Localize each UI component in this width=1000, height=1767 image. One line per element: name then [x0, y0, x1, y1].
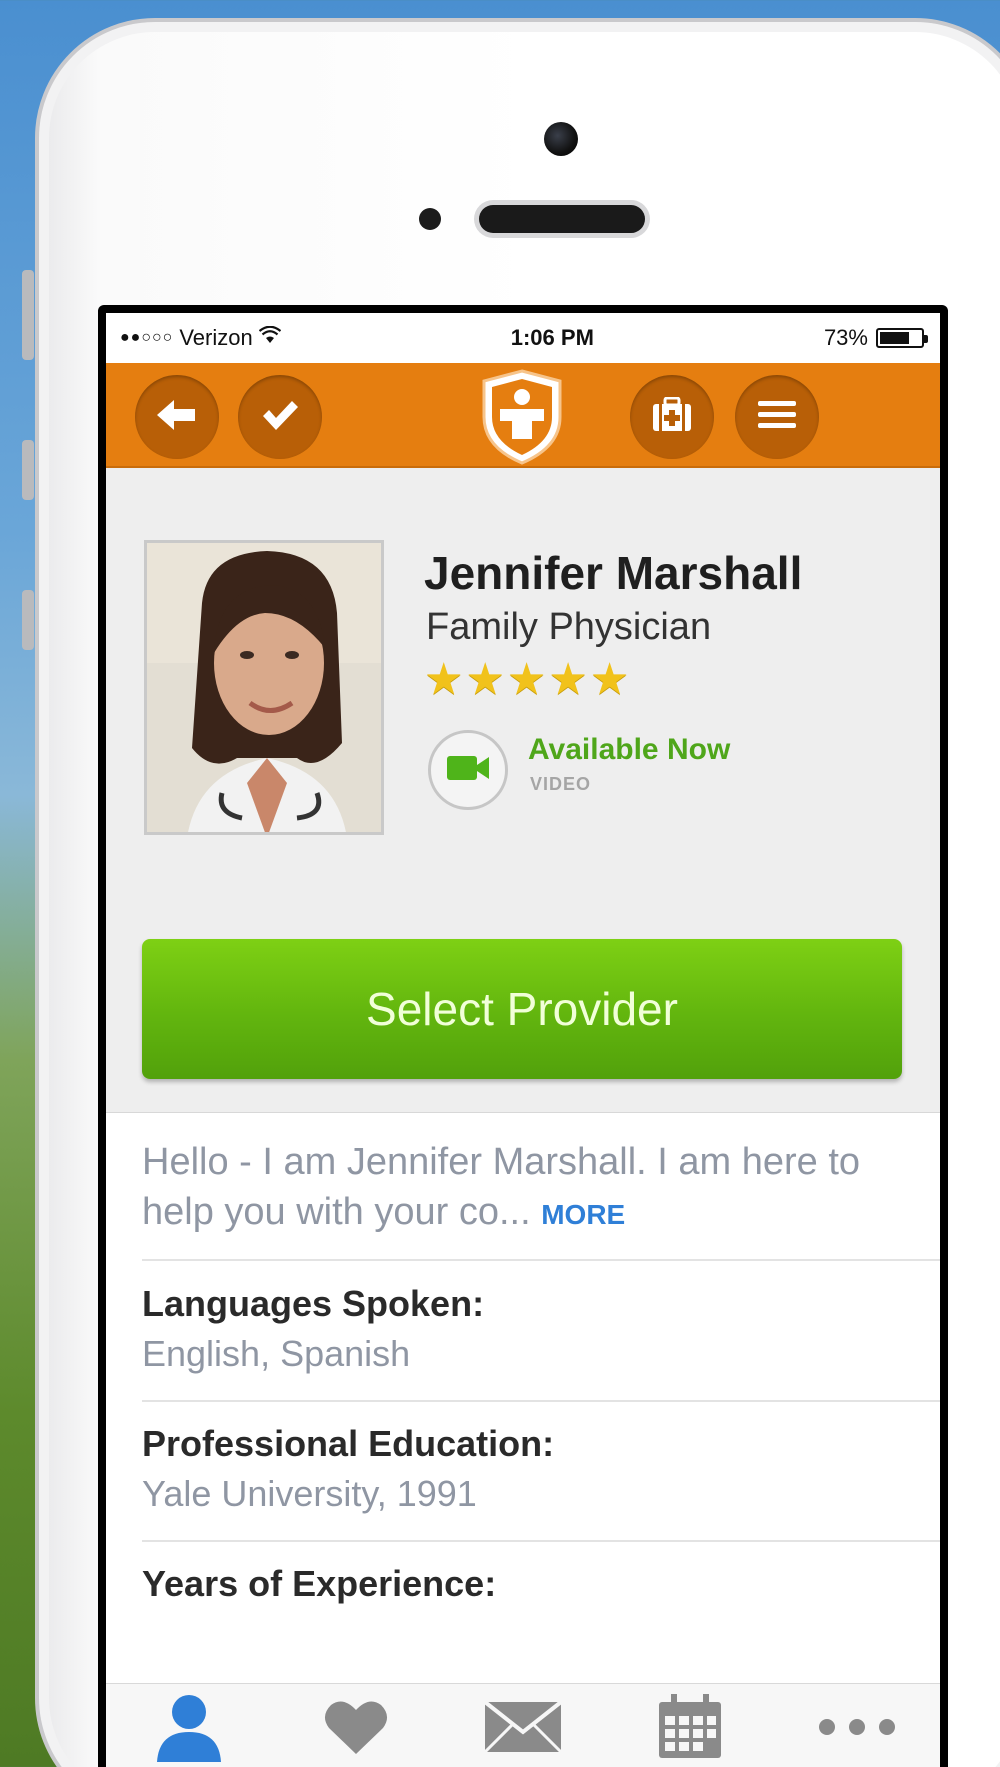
- star-icon: ★: [424, 655, 464, 704]
- tab-messages[interactable]: [478, 1690, 568, 1767]
- person-icon: [153, 1692, 225, 1767]
- provider-details: Hello - I am Jennifer Marshall. I am her…: [106, 1113, 940, 1673]
- education-value: Yale University, 1991: [142, 1473, 477, 1514]
- phone-volume-down-button: [22, 440, 34, 500]
- app-screen: ●●○○○ Verizon 1:06 PM 73% Jennifer Marsh…: [106, 313, 940, 1767]
- provider-bio: Hello - I am Jennifer Marshall. I am her…: [142, 1137, 862, 1240]
- check-button[interactable]: [238, 375, 322, 459]
- provider-profile-card: Jennifer Marshall Family Physician ★ ★ ★ ★ ★…: [106, 468, 940, 1113]
- medical-kit-button[interactable]: [630, 375, 714, 459]
- status-left: ●●○○○ Verizon: [120, 325, 281, 351]
- education-label: Professional Education:: [142, 1423, 555, 1464]
- battery-fill: [879, 332, 910, 344]
- provider-specialty: Family Physician: [426, 606, 712, 648]
- star-icon: ★: [465, 655, 505, 704]
- video-availability-button[interactable]: [428, 730, 508, 810]
- star-icon: ★: [506, 655, 547, 704]
- languages-label: Languages Spoken:: [142, 1283, 485, 1324]
- provider-photo: [144, 540, 384, 835]
- provider-name: Jennifer Marshall: [424, 547, 803, 599]
- calendar-icon: [657, 1694, 723, 1765]
- status-right: 73%: [823, 325, 928, 351]
- star-icon: ★: [589, 655, 630, 704]
- envelope-icon: [483, 1700, 563, 1759]
- tab-favorites[interactable]: [311, 1690, 401, 1767]
- phone-screen: ●●○○○ Verizon 1:06 PM 73% Jennifer Marsh…: [98, 305, 948, 1767]
- phone-side-button: [22, 590, 34, 650]
- divider: [142, 1259, 940, 1261]
- select-provider-button[interactable]: Select Provider: [142, 939, 902, 1079]
- hamburger-menu-icon: [758, 400, 796, 435]
- divider: [142, 1400, 940, 1402]
- shield-person-logo: [480, 369, 564, 465]
- more-link[interactable]: MORE: [541, 1199, 625, 1230]
- divider: [142, 1540, 940, 1542]
- rating-stars: ★ ★ ★ ★ ★: [424, 658, 629, 702]
- nav-bar: [106, 363, 940, 468]
- availability-type: VIDEO: [530, 774, 592, 794]
- signal-strength-icon: ●●○○○: [120, 329, 174, 346]
- heart-icon: [323, 1698, 389, 1761]
- languages-value: English, Spanish: [142, 1333, 411, 1374]
- tab-bar: [106, 1683, 940, 1767]
- arrow-left-icon: [157, 398, 197, 437]
- back-button[interactable]: [135, 375, 219, 459]
- battery-percent: 73%: [823, 325, 868, 350]
- wifi-icon: [258, 325, 281, 350]
- tab-calendar[interactable]: [645, 1690, 735, 1767]
- medical-kit-icon: [651, 396, 693, 438]
- battery-icon: [875, 328, 928, 348]
- bio-text: Hello - I am Jennifer Marshall. I am her…: [142, 1141, 861, 1233]
- checkmark-icon: [260, 398, 300, 437]
- front-camera: [544, 122, 578, 156]
- proximity-sensor: [419, 208, 441, 230]
- phone-volume-up-button: [22, 270, 34, 360]
- video-camera-icon: [445, 753, 491, 788]
- earpiece-speaker: [479, 205, 645, 233]
- star-icon: ★: [548, 655, 588, 704]
- status-bar: ●●○○○ Verizon 1:06 PM 73%: [106, 313, 940, 363]
- carrier-label: Verizon: [179, 325, 253, 350]
- tab-more[interactable]: [812, 1690, 902, 1767]
- more-dots-icon: [817, 1717, 897, 1742]
- availability-status: Available Now: [528, 733, 731, 766]
- status-time: 1:06 PM: [510, 325, 594, 350]
- menu-button[interactable]: [735, 375, 819, 459]
- tab-profile[interactable]: [144, 1690, 234, 1767]
- experience-label: Years of Experience:: [142, 1563, 497, 1604]
